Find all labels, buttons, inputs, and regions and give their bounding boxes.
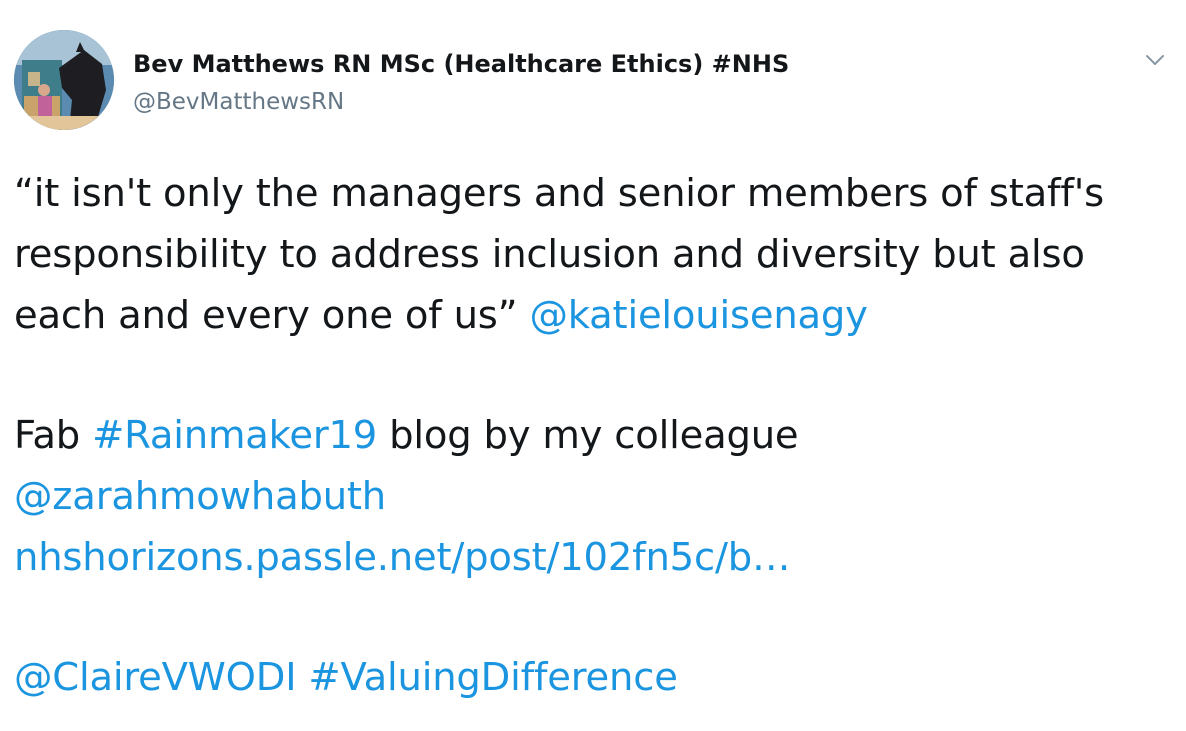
tweet-line: @zarahmowhabuth (14, 466, 1174, 527)
hashtag-link-valuingdifference[interactable]: #ValuingDifference (308, 655, 677, 700)
tweet-line: @ClaireVWODI #ValuingDifference (14, 647, 1174, 708)
avatar-photo-icon (14, 30, 114, 130)
tweet-text: “it isn't only the managers and senior m… (14, 163, 1174, 708)
tweet-line: Fab #Rainmaker19 blog by my colleague (14, 405, 1174, 466)
tweet-line: each and every one of us” @katielouisena… (14, 285, 1174, 346)
tweet-line: nhshorizons.passle.net/post/102fn5c/b… (14, 527, 1174, 588)
tweet-text-segment: Fab (14, 413, 93, 458)
author-avatar[interactable] (14, 30, 114, 130)
url-link-passle[interactable]: nhshorizons.passle.net/post/102fn5c/b… (14, 535, 790, 580)
tweet-line: “it isn't only the managers and senior m… (14, 171, 1105, 216)
tweet-menu-button[interactable] (1140, 45, 1170, 75)
hashtag-link-rainmaker19[interactable]: #Rainmaker19 (92, 413, 377, 458)
mention-link-katielouisenagy[interactable]: @katielouisenagy (529, 293, 868, 338)
mention-link-zarahmowhabuth[interactable]: @zarahmowhabuth (14, 474, 386, 519)
chevron-down-icon (1146, 55, 1164, 65)
tweet-text-segment: blog by my colleague (377, 413, 799, 458)
tweet-card: Bev Matthews RN MSc (Healthcare Ethics) … (0, 0, 1186, 731)
author-display-name[interactable]: Bev Matthews RN MSc (Healthcare Ethics) … (133, 50, 789, 78)
tweet-line: responsibility to address inclusion and … (14, 232, 1085, 277)
tweet-text-segment (296, 655, 308, 700)
author-handle[interactable]: @BevMatthewsRN (133, 89, 344, 115)
tweet-text-segment: each and every one of us” (14, 293, 530, 338)
mention-link-clairevwodi[interactable]: @ClaireVWODI (14, 655, 297, 700)
